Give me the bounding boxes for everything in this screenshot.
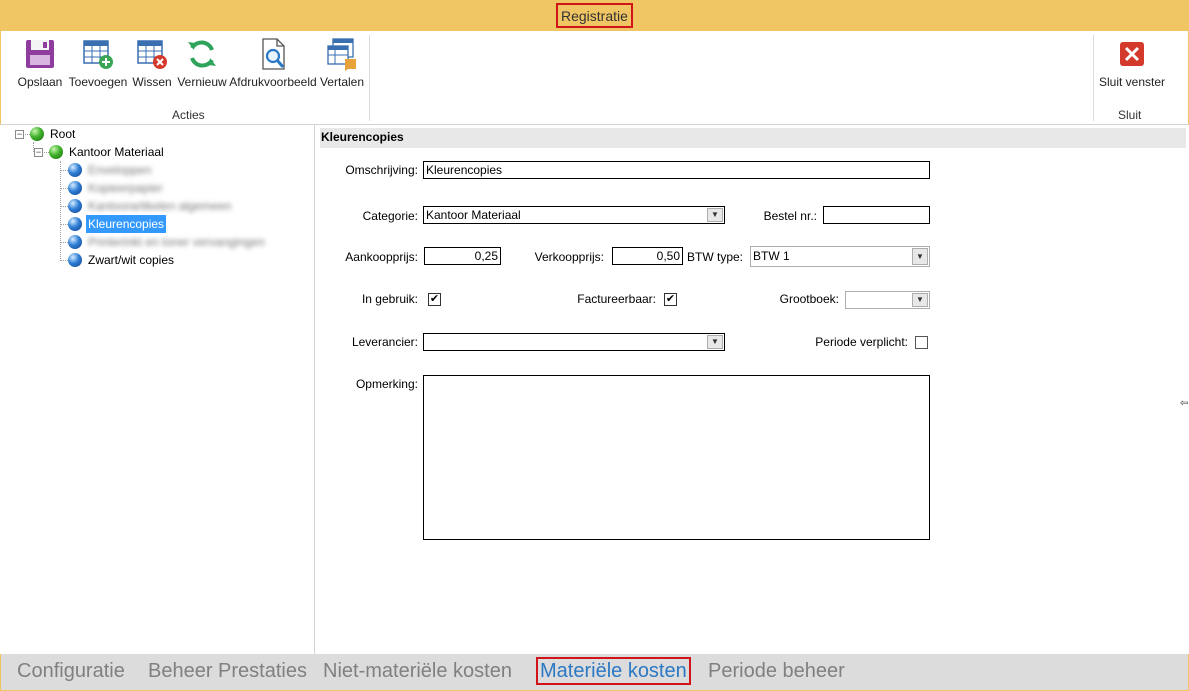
- verkoopprijs-field[interactable]: 0,50: [612, 247, 683, 265]
- grootboek-label: Grootboek:: [779, 292, 839, 306]
- grootboek-select[interactable]: ▼: [845, 291, 930, 309]
- tree-node-item[interactable]: Zwart/wit copies: [88, 251, 174, 269]
- factureerbaar-checkbox[interactable]: ✔: [664, 293, 677, 306]
- aankoopprijs-label: Aankoopprijs:: [345, 250, 418, 264]
- title-bar: Registratie: [0, 0, 1189, 31]
- delete-button[interactable]: Wissen: [130, 33, 174, 93]
- item-node-icon: [68, 235, 82, 249]
- chevron-down-icon[interactable]: ▼: [707, 335, 723, 349]
- periode-label: Periode verplicht:: [815, 335, 908, 349]
- btw-value: BTW 1: [753, 249, 790, 263]
- add-button[interactable]: Toevoegen: [67, 33, 129, 93]
- item-node-icon: [68, 181, 82, 195]
- resize-cursor-icon: ⇦: [1180, 398, 1189, 409]
- tree-line: [60, 242, 68, 243]
- add-row-icon: [83, 40, 113, 69]
- tree-node-item[interactable]: Kopieerpapier: [88, 179, 163, 197]
- verkoopprijs-label: Verkoopprijs:: [534, 250, 604, 264]
- window-title: Registratie: [556, 3, 633, 28]
- tree-line: [60, 260, 68, 261]
- delete-label: Wissen: [132, 75, 172, 89]
- leverancier-select[interactable]: ▼: [423, 333, 725, 351]
- item-node-icon: [68, 217, 82, 231]
- ribbon-separator: [1093, 35, 1094, 121]
- collapse-toggle[interactable]: −: [34, 148, 43, 157]
- tree-line: [60, 206, 68, 207]
- translate-button[interactable]: Vertalen: [319, 33, 365, 93]
- tree-node-root[interactable]: Root: [50, 125, 75, 143]
- tab-beheer-prestaties[interactable]: Beheer Prestaties: [148, 659, 307, 683]
- tree-node-item[interactable]: Printerinkt en toner vervangingen: [88, 233, 265, 251]
- tab-niet-materiele-kosten[interactable]: Niet-materiële kosten: [323, 659, 512, 683]
- refresh-icon: [188, 40, 216, 68]
- print-preview-icon: [262, 38, 285, 70]
- ingebruik-checkbox[interactable]: ✔: [428, 293, 441, 306]
- chevron-down-icon[interactable]: ▼: [912, 248, 928, 265]
- print-preview-label: Afdrukvoorbeeld: [229, 75, 317, 89]
- refresh-label: Vernieuw: [177, 75, 227, 89]
- tree-node-item[interactable]: Kantoorartikelen algemeen: [88, 197, 231, 215]
- btw-select[interactable]: BTW 1 ▼: [750, 246, 930, 267]
- refresh-button[interactable]: Vernieuw: [176, 33, 228, 93]
- categorie-label: Categorie:: [362, 209, 418, 223]
- tab-materiele-kosten[interactable]: Materiële kosten: [536, 657, 691, 685]
- translate-icon: [327, 38, 356, 71]
- group-label-acties: Acties: [172, 108, 205, 122]
- close-window-button[interactable]: Sluit venster: [1098, 33, 1166, 93]
- omschrijving-label: Omschrijving:: [345, 163, 418, 177]
- close-window-label: Sluit venster: [1098, 75, 1166, 89]
- item-node-icon: [68, 253, 82, 267]
- module-tabs: Configuratie Beheer Prestaties Niet-mate…: [0, 654, 1189, 691]
- factureerbaar-label: Factureerbaar:: [577, 292, 656, 306]
- ribbon: Opslaan Toevoegen Wissen Vernieuw Afdruk…: [0, 31, 1189, 125]
- save-icon: [26, 40, 54, 68]
- categorie-value: Kantoor Materiaal: [426, 208, 521, 222]
- tree-line: [60, 170, 68, 171]
- tree-node-item[interactable]: Enveloppen: [88, 161, 151, 179]
- item-node-icon: [68, 163, 82, 177]
- panel-header: Kleurencopies: [320, 128, 1186, 148]
- save-label: Opslaan: [17, 75, 63, 89]
- omschrijving-field[interactable]: Kleurencopies: [423, 161, 930, 179]
- category-tree: − Root − Kantoor Materiaal Enveloppen Ko…: [8, 125, 315, 654]
- folder-node-icon: [49, 145, 63, 159]
- folder-node-icon: [30, 127, 44, 141]
- opmerking-label: Opmerking:: [355, 377, 418, 391]
- aankoopprijs-field[interactable]: 0,25: [424, 247, 501, 265]
- delete-row-icon: [137, 40, 167, 69]
- tab-configuratie[interactable]: Configuratie: [17, 659, 125, 683]
- opmerking-textarea[interactable]: [423, 375, 930, 540]
- chevron-down-icon[interactable]: ▼: [707, 208, 723, 222]
- group-label-sluit: Sluit: [1118, 108, 1142, 122]
- bestelnr-label: Bestel nr.:: [763, 209, 817, 223]
- collapse-toggle[interactable]: −: [15, 130, 24, 139]
- save-button[interactable]: Opslaan: [13, 33, 67, 93]
- leverancier-label: Leverancier:: [351, 335, 418, 349]
- tree-node-category[interactable]: Kantoor Materiaal: [69, 143, 164, 161]
- detail-panel: Kleurencopies Omschrijving: Kleurencopie…: [316, 125, 1189, 654]
- add-label: Toevoegen: [68, 75, 128, 89]
- tab-periode-beheer[interactable]: Periode beheer: [708, 659, 845, 683]
- categorie-select[interactable]: Kantoor Materiaal ▼: [423, 206, 725, 224]
- tree-node-item-selected[interactable]: Kleurencopies: [86, 215, 167, 233]
- bestelnr-field[interactable]: [823, 206, 930, 224]
- tree-line: [60, 188, 68, 189]
- tree-line: [60, 224, 68, 225]
- ribbon-separator: [369, 35, 370, 121]
- close-window-icon: [1120, 42, 1144, 66]
- tree-line: [60, 161, 61, 261]
- chevron-down-icon[interactable]: ▼: [912, 293, 928, 307]
- ingebruik-label: In gebruik:: [361, 292, 418, 306]
- btw-label: BTW type:: [686, 250, 743, 264]
- print-preview-button[interactable]: Afdrukvoorbeeld: [228, 33, 318, 93]
- translate-label: Vertalen: [319, 75, 365, 89]
- periode-checkbox[interactable]: [915, 336, 928, 349]
- item-node-icon: [68, 199, 82, 213]
